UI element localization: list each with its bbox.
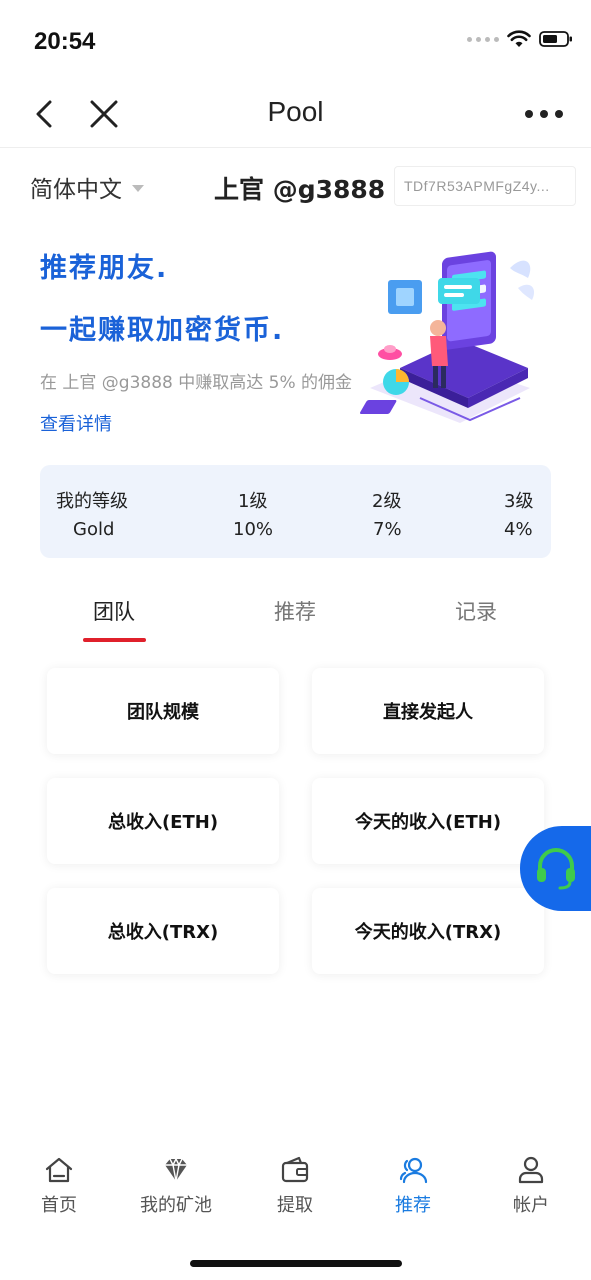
status-bar: 20:54 (0, 0, 591, 80)
stat-card-label: 总收入(TRX) (107, 922, 219, 943)
caret-down-icon (132, 185, 144, 192)
nav-label-home: 首页 (41, 1195, 77, 1216)
signal-icon (467, 36, 499, 42)
nav-item-home[interactable]: 首页 (9, 1155, 109, 1217)
language-select[interactable]: 简体中文 (30, 170, 144, 204)
stat-card-label: 团队规模 (127, 702, 199, 723)
tab-active-indicator (83, 638, 146, 642)
tab-referral[interactable]: 推荐 (235, 596, 355, 626)
stat-card-label: 直接发起人 (383, 702, 473, 723)
level-header-1: 1级 (238, 491, 268, 512)
stat-card-total-trx[interactable]: 总收入(TRX) (47, 888, 279, 974)
tab-records[interactable]: 记录 (416, 596, 536, 626)
level-header-row: 我的等级 1级 2级 3级 (40, 487, 551, 517)
diamond-icon (165, 1157, 187, 1182)
stat-card-label: 今天的收入(ETH) (354, 812, 502, 833)
level-header-mine: 我的等级 (56, 491, 128, 512)
wallet-icon (281, 1156, 309, 1183)
level-header-3: 3级 (504, 491, 534, 512)
more-icon[interactable] (525, 102, 563, 126)
stat-card-label: 今天的收入(TRX) (354, 922, 502, 943)
nav-label-my-pool: 我的矿池 (140, 1195, 212, 1216)
stat-card-today-eth[interactable]: 今天的收入(ETH) (312, 778, 544, 864)
nav-item-withdraw[interactable]: 提取 (245, 1155, 345, 1217)
tab-bar: 团队 推荐 记录 (0, 590, 591, 646)
user-icon (518, 1156, 544, 1184)
header-row: 简体中文 上官 @g3888 TDf7R53APMFgZ4y... (0, 160, 591, 214)
home-indicator (190, 1260, 402, 1267)
headset-icon (537, 848, 575, 890)
nav-label-account: 帐户 (513, 1195, 549, 1216)
tab-team[interactable]: 团队 (54, 596, 174, 626)
level-card: 我的等级 1级 2级 3级 Gold 10% 7% 4% (40, 465, 551, 558)
level-value-row: Gold 10% 7% 4% (40, 519, 551, 549)
level-value-2: 7% (373, 519, 402, 540)
level-header-2: 2级 (372, 491, 402, 512)
nav-item-account[interactable]: 帐户 (481, 1155, 581, 1217)
level-value-1: 10% (233, 519, 274, 540)
stat-card-team-size[interactable]: 团队规模 (47, 668, 279, 754)
stat-card-today-trx[interactable]: 今天的收入(TRX) (312, 888, 544, 974)
nav-bar: Pool (0, 80, 591, 148)
wallet-address[interactable]: TDf7R53APMFgZ4y... (394, 166, 576, 206)
level-value-3: 4% (504, 519, 533, 540)
page-title: Pool (267, 96, 324, 127)
user-name: 上官 @g3888 (214, 175, 386, 204)
stat-card-total-eth[interactable]: 总收入(ETH) (47, 778, 279, 864)
bottom-nav: 首页 我的矿池 提取 推荐 帐户 (0, 1145, 591, 1235)
wifi-icon (507, 30, 531, 47)
level-value-mine: Gold (73, 519, 115, 540)
nav-label-referral: 推荐 (395, 1195, 431, 1216)
hero-description: 在 上官 @g3888 中赚取高达 5% 的佣金 (40, 373, 353, 393)
stat-card-label: 总收入(ETH) (107, 812, 219, 833)
language-label: 简体中文 (30, 177, 122, 203)
status-icons (467, 30, 573, 48)
nav-item-referral[interactable]: 推荐 (363, 1155, 463, 1217)
nav-item-my-pool[interactable]: 我的矿池 (126, 1155, 226, 1217)
hero-title-line1: 推荐朋友. (40, 253, 169, 284)
referral-illustration (360, 251, 535, 423)
view-details-link[interactable]: 查看详情 (40, 410, 112, 436)
hero-title-line2: 一起赚取加密货币. (40, 315, 285, 346)
home-icon (45, 1157, 73, 1183)
status-time: 20:54 (34, 28, 96, 55)
nav-label-withdraw: 提取 (277, 1195, 313, 1216)
stat-card-direct-sponsor[interactable]: 直接发起人 (312, 668, 544, 754)
battery-icon (539, 31, 572, 47)
users-icon (399, 1157, 428, 1184)
